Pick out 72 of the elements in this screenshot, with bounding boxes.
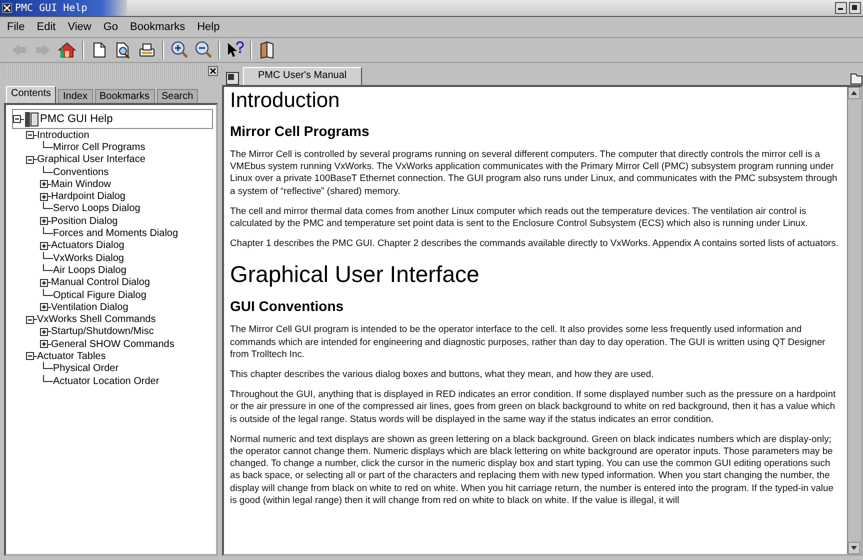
tree-item[interactable]: Servo Loops Dialog	[53, 203, 140, 214]
tree-item[interactable]: Mirror Cell Programs	[53, 142, 146, 153]
scroll-up-icon[interactable]	[848, 87, 860, 99]
tab[interactable]: Contents	[6, 86, 56, 103]
tree-item[interactable]: Optical Figure Dialog	[53, 290, 146, 300]
heading: Introduction	[230, 89, 341, 113]
collapse-icon[interactable]	[26, 156, 34, 164]
book-icon	[24, 110, 40, 128]
menu-item[interactable]: View	[62, 20, 96, 34]
paragraph: Throughout the GUI, anything that is displayed in RED indicates an error condition. If some displayed number such as the pressure on a hardpoint or the air pressure in one of the compressed air lines, goes from green on black background to white on red background, then it has a value which is outside of the legal range. Status words will be displayed in the same way if the status indicates an error condition.	[230, 388, 837, 425]
menu-item[interactable]: Go	[98, 20, 124, 34]
pointer-question-icon[interactable]	[226, 41, 244, 59]
tree-item[interactable]: VxWorks Shell Commands	[37, 314, 156, 326]
collapse-icon[interactable]	[26, 352, 34, 360]
house-icon[interactable]	[58, 41, 76, 59]
tree-item[interactable]: Air Loops Dialog	[53, 264, 126, 276]
tab[interactable]: Search	[156, 89, 198, 103]
window-title: PMC GUI Help	[15, 2, 88, 14]
tab[interactable]: PMC User's Manual	[243, 67, 362, 85]
paragraph: The Mirror Cell is controlled by several programs running on several different computers. The computer that directly controls the mirror cell is a VMEbus system running VxWorks. The VxWorks application communicates with the Primary Mirror Cell (PMC) subsystem program running under Linux over a private 100BaseT Ethernet connection. The GUI program also runs under Linux, and communicates with the PMC subsystem through a system of “reflective” (shared) memory.	[230, 148, 838, 197]
tree-item[interactable]: General SHOW Commands	[51, 338, 174, 350]
collapse-icon[interactable]	[13, 115, 21, 123]
scroll-down-icon[interactable]	[848, 542, 860, 554]
document-icon	[226, 72, 239, 85]
paragraph: The Mirror Cell GUI program is intended to be the operator interface to the cell. It also provides some less frequently used information and commands which are intended for engineering and diagnostic purposes, rather than day to day operation. The GUI is written using QT Designer from Trolltech Inc.	[230, 323, 826, 360]
minimize-button[interactable]	[835, 2, 847, 14]
tree-item[interactable]: Manual Control Dialog	[51, 277, 150, 288]
subheading: Mirror Cell Programs	[230, 123, 370, 139]
collapse-icon[interactable]	[26, 131, 34, 140]
tree-item[interactable]: Position Dialog	[51, 216, 118, 227]
expand-icon[interactable]	[40, 242, 48, 250]
expand-icon[interactable]	[40, 180, 48, 188]
tree-item[interactable]: Actuator Location Order	[53, 376, 160, 387]
zoom-out-icon[interactable]	[194, 41, 212, 59]
tree-item[interactable]: Graphical User Interface	[37, 154, 146, 166]
tree-item[interactable]: Hardpoint Dialog	[51, 191, 126, 202]
heading: Graphical User Interface	[230, 261, 480, 288]
menu-item[interactable]: File	[2, 20, 30, 34]
subheading: GUI Conventions	[230, 298, 345, 314]
tree-item[interactable]: VxWorks Dialog	[53, 252, 124, 264]
paragraph: This chapter describes the various dialog boxes and buttons, what they mean, and how they are used.	[230, 368, 655, 380]
expand-icon[interactable]	[40, 303, 48, 312]
expand-icon[interactable]	[40, 192, 48, 201]
printer-icon[interactable]	[138, 41, 156, 59]
expand-icon[interactable]	[40, 278, 48, 287]
tree-item[interactable]: Actuator Tables	[37, 350, 106, 362]
book-icon[interactable]	[258, 41, 276, 59]
menu-item[interactable]: Help	[192, 20, 225, 34]
tree-item[interactable]: Main Window	[51, 178, 112, 190]
tree-item[interactable]: Forces and Moments Dialog	[53, 228, 178, 240]
page-magnifier-icon[interactable]	[114, 41, 132, 59]
collapse-icon[interactable]	[26, 316, 34, 324]
tree-item[interactable]: Physical Order	[53, 363, 119, 374]
tree-item[interactable]: Introduction	[37, 130, 90, 141]
paragraph: Normal numeric and text displays are shown as green lettering on a black background. Green on black indicates numbers which are display-only; the operator cannot change them. Numeric displays which are black lettering on white background are operator inputs. Those parameters may be changed. To change a number, click the cursor in the numeric display box and start typing. You can use the common GUI editing operations such as back space, or selecting all or part of the characters and replacing them with new typed information. When you start changing the number, the display will change from black on white to red on white. When you hit carriage return, the number is entered into the program. If the typed-in value is good (within legal range) then it will change from red on white to black on white. If the value is illegal, it will	[230, 432, 834, 506]
tab[interactable]: Index	[58, 89, 92, 103]
paragraph: The cell and mirror thermal data comes from another Linux computer which reads out the temperature devices. The ventilation air control is calculated by the PMC and temperature set point data is sent to the Enclosure Control Subsystem (ECS) which also is running under Linux.	[230, 204, 809, 230]
expand-icon[interactable]	[40, 340, 48, 348]
close-icon[interactable]	[208, 66, 218, 76]
tree-item[interactable]: Actuators Dialog	[51, 240, 124, 252]
maximize-button[interactable]	[849, 2, 861, 14]
tree-item[interactable]: Startup/Shutdown/Misc	[51, 326, 154, 338]
zoom-in-icon[interactable]	[170, 41, 188, 59]
menu-item[interactable]: Bookmarks	[125, 20, 190, 34]
tree-item[interactable]: Conventions	[53, 166, 109, 178]
paragraph: Chapter 1 describes the PMC GUI. Chapter 2 describes the commands available directly to VxWorks. Appendix A contains sorted lists of actuators.	[230, 237, 839, 250]
window-icon	[2, 3, 12, 13]
menu-item[interactable]: Edit	[32, 20, 61, 34]
tab[interactable]: Bookmarks	[94, 89, 155, 103]
expand-icon[interactable]	[40, 328, 48, 336]
tree-item[interactable]: Ventilation Dialog	[51, 302, 128, 313]
expand-icon[interactable]	[40, 217, 48, 226]
